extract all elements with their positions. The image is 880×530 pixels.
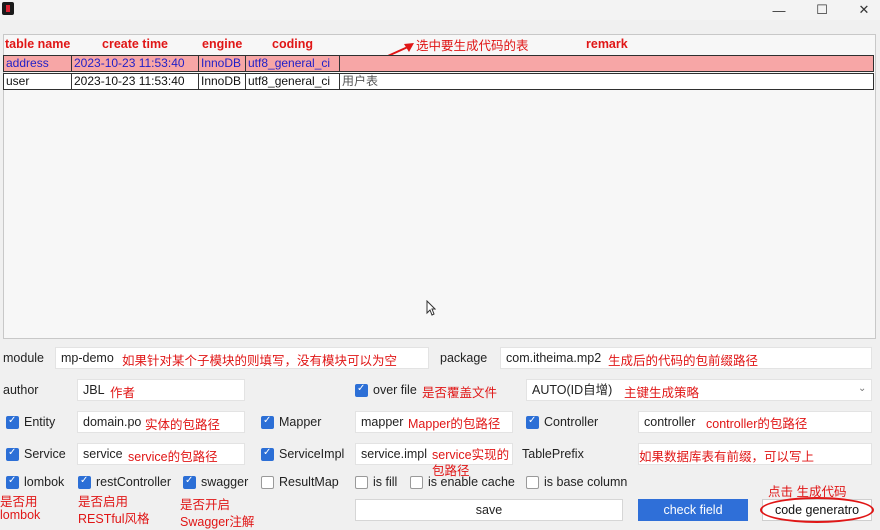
table-row[interactable]: user 2023-10-23 11:53:40 InnoDB utf8_gen… xyxy=(3,73,874,90)
rest-controller-note-line2: RESTful风格 xyxy=(78,512,150,526)
over-file-note: 是否覆盖文件 xyxy=(422,386,498,400)
mapper-checkbox[interactable] xyxy=(261,415,274,429)
table-prefix-label: TablePrefix xyxy=(522,447,584,461)
controller-note: controller的包路径 xyxy=(706,417,808,431)
minimize-button[interactable]: — xyxy=(756,0,802,20)
author-input[interactable]: JBL xyxy=(77,379,245,401)
module-note: 如果针对某个子模块的则填写，没有模块可以为空 xyxy=(122,354,398,368)
title-bar xyxy=(0,0,880,20)
chevron-down-icon[interactable]: ⌄ xyxy=(858,383,866,394)
service-impl-label: ServiceImpl xyxy=(279,447,345,461)
swagger-note-line2: Swagger注解 xyxy=(180,515,255,529)
controller-checkbox[interactable] xyxy=(526,415,539,429)
close-button[interactable]: ✕ xyxy=(841,0,880,20)
service-label: Service xyxy=(24,447,66,461)
cell-engine: InnoDB xyxy=(199,56,246,71)
package-note: 生成后的代码的包前缀路径 xyxy=(608,354,759,368)
cell-table-name: address xyxy=(4,56,72,71)
cell-table-name: user xyxy=(4,74,72,89)
header-create-time: create time xyxy=(102,37,169,51)
mouse-cursor-icon xyxy=(426,300,436,316)
service-impl-checkbox[interactable] xyxy=(261,447,274,461)
result-map-checkbox[interactable] xyxy=(261,476,274,489)
mapper-label: Mapper xyxy=(279,415,322,429)
enable-cache-checkbox[interactable] xyxy=(410,476,423,489)
id-strategy-note: 主键生成策略 xyxy=(624,386,700,400)
table-prefix-note: 如果数据库表有前缀，可以写上 xyxy=(639,450,815,464)
rest-controller-checkbox[interactable] xyxy=(78,475,91,489)
mapper-note: Mapper的包路径 xyxy=(408,417,501,431)
enable-cache-label: is enable cache xyxy=(428,475,515,489)
table-select-annotation: 选中要生成代码的表 xyxy=(416,39,529,53)
cell-coding: utf8_general_ci xyxy=(246,74,340,89)
service-checkbox[interactable] xyxy=(6,447,19,461)
table-row[interactable]: address 2023-10-23 11:53:40 InnoDB utf8_… xyxy=(3,55,874,72)
result-map-label: ResultMap xyxy=(279,475,339,489)
check-field-button[interactable]: check field xyxy=(638,499,748,521)
entity-label: Entity xyxy=(24,415,56,429)
header-coding: coding xyxy=(272,37,313,51)
rest-controller-label: restController xyxy=(96,475,172,489)
module-label: module xyxy=(3,351,44,365)
entity-note: 实体的包路径 xyxy=(145,418,221,432)
cell-coding: utf8_general_ci xyxy=(246,56,340,71)
cell-engine: InnoDB xyxy=(199,74,246,89)
swagger-label: swagger xyxy=(201,475,249,489)
app-icon xyxy=(2,2,14,15)
header-engine: engine xyxy=(202,37,243,51)
cell-create-time: 2023-10-23 11:53:40 xyxy=(72,56,199,71)
base-column-checkbox[interactable] xyxy=(526,476,539,489)
author-note: 作者 xyxy=(110,386,136,400)
over-file-label: over file xyxy=(373,383,417,397)
lombok-checkbox[interactable] xyxy=(6,475,19,489)
entity-checkbox[interactable] xyxy=(6,415,19,429)
package-label: package xyxy=(440,351,488,365)
swagger-checkbox[interactable] xyxy=(183,475,196,489)
lombok-label: lombok xyxy=(24,475,65,489)
cell-create-time: 2023-10-23 11:53:40 xyxy=(72,74,199,89)
base-column-label: is base column xyxy=(544,475,628,489)
maximize-button[interactable]: ☐ xyxy=(799,0,845,20)
header-table-name: table name xyxy=(5,37,71,51)
controller-label: Controller xyxy=(544,415,599,429)
service-note: service的包路径 xyxy=(128,450,218,464)
author-label: author xyxy=(3,383,39,397)
cell-remark: 用户表 xyxy=(342,74,379,88)
highlight-circle xyxy=(760,497,874,523)
header-remark: remark xyxy=(586,37,628,51)
is-fill-checkbox[interactable] xyxy=(355,476,368,489)
lombok-note-line2: lombok xyxy=(0,508,41,522)
cell-remark xyxy=(340,56,873,71)
over-file-checkbox[interactable] xyxy=(355,383,368,397)
save-button[interactable]: save xyxy=(355,499,623,521)
is-fill-label: is fill xyxy=(373,475,398,489)
